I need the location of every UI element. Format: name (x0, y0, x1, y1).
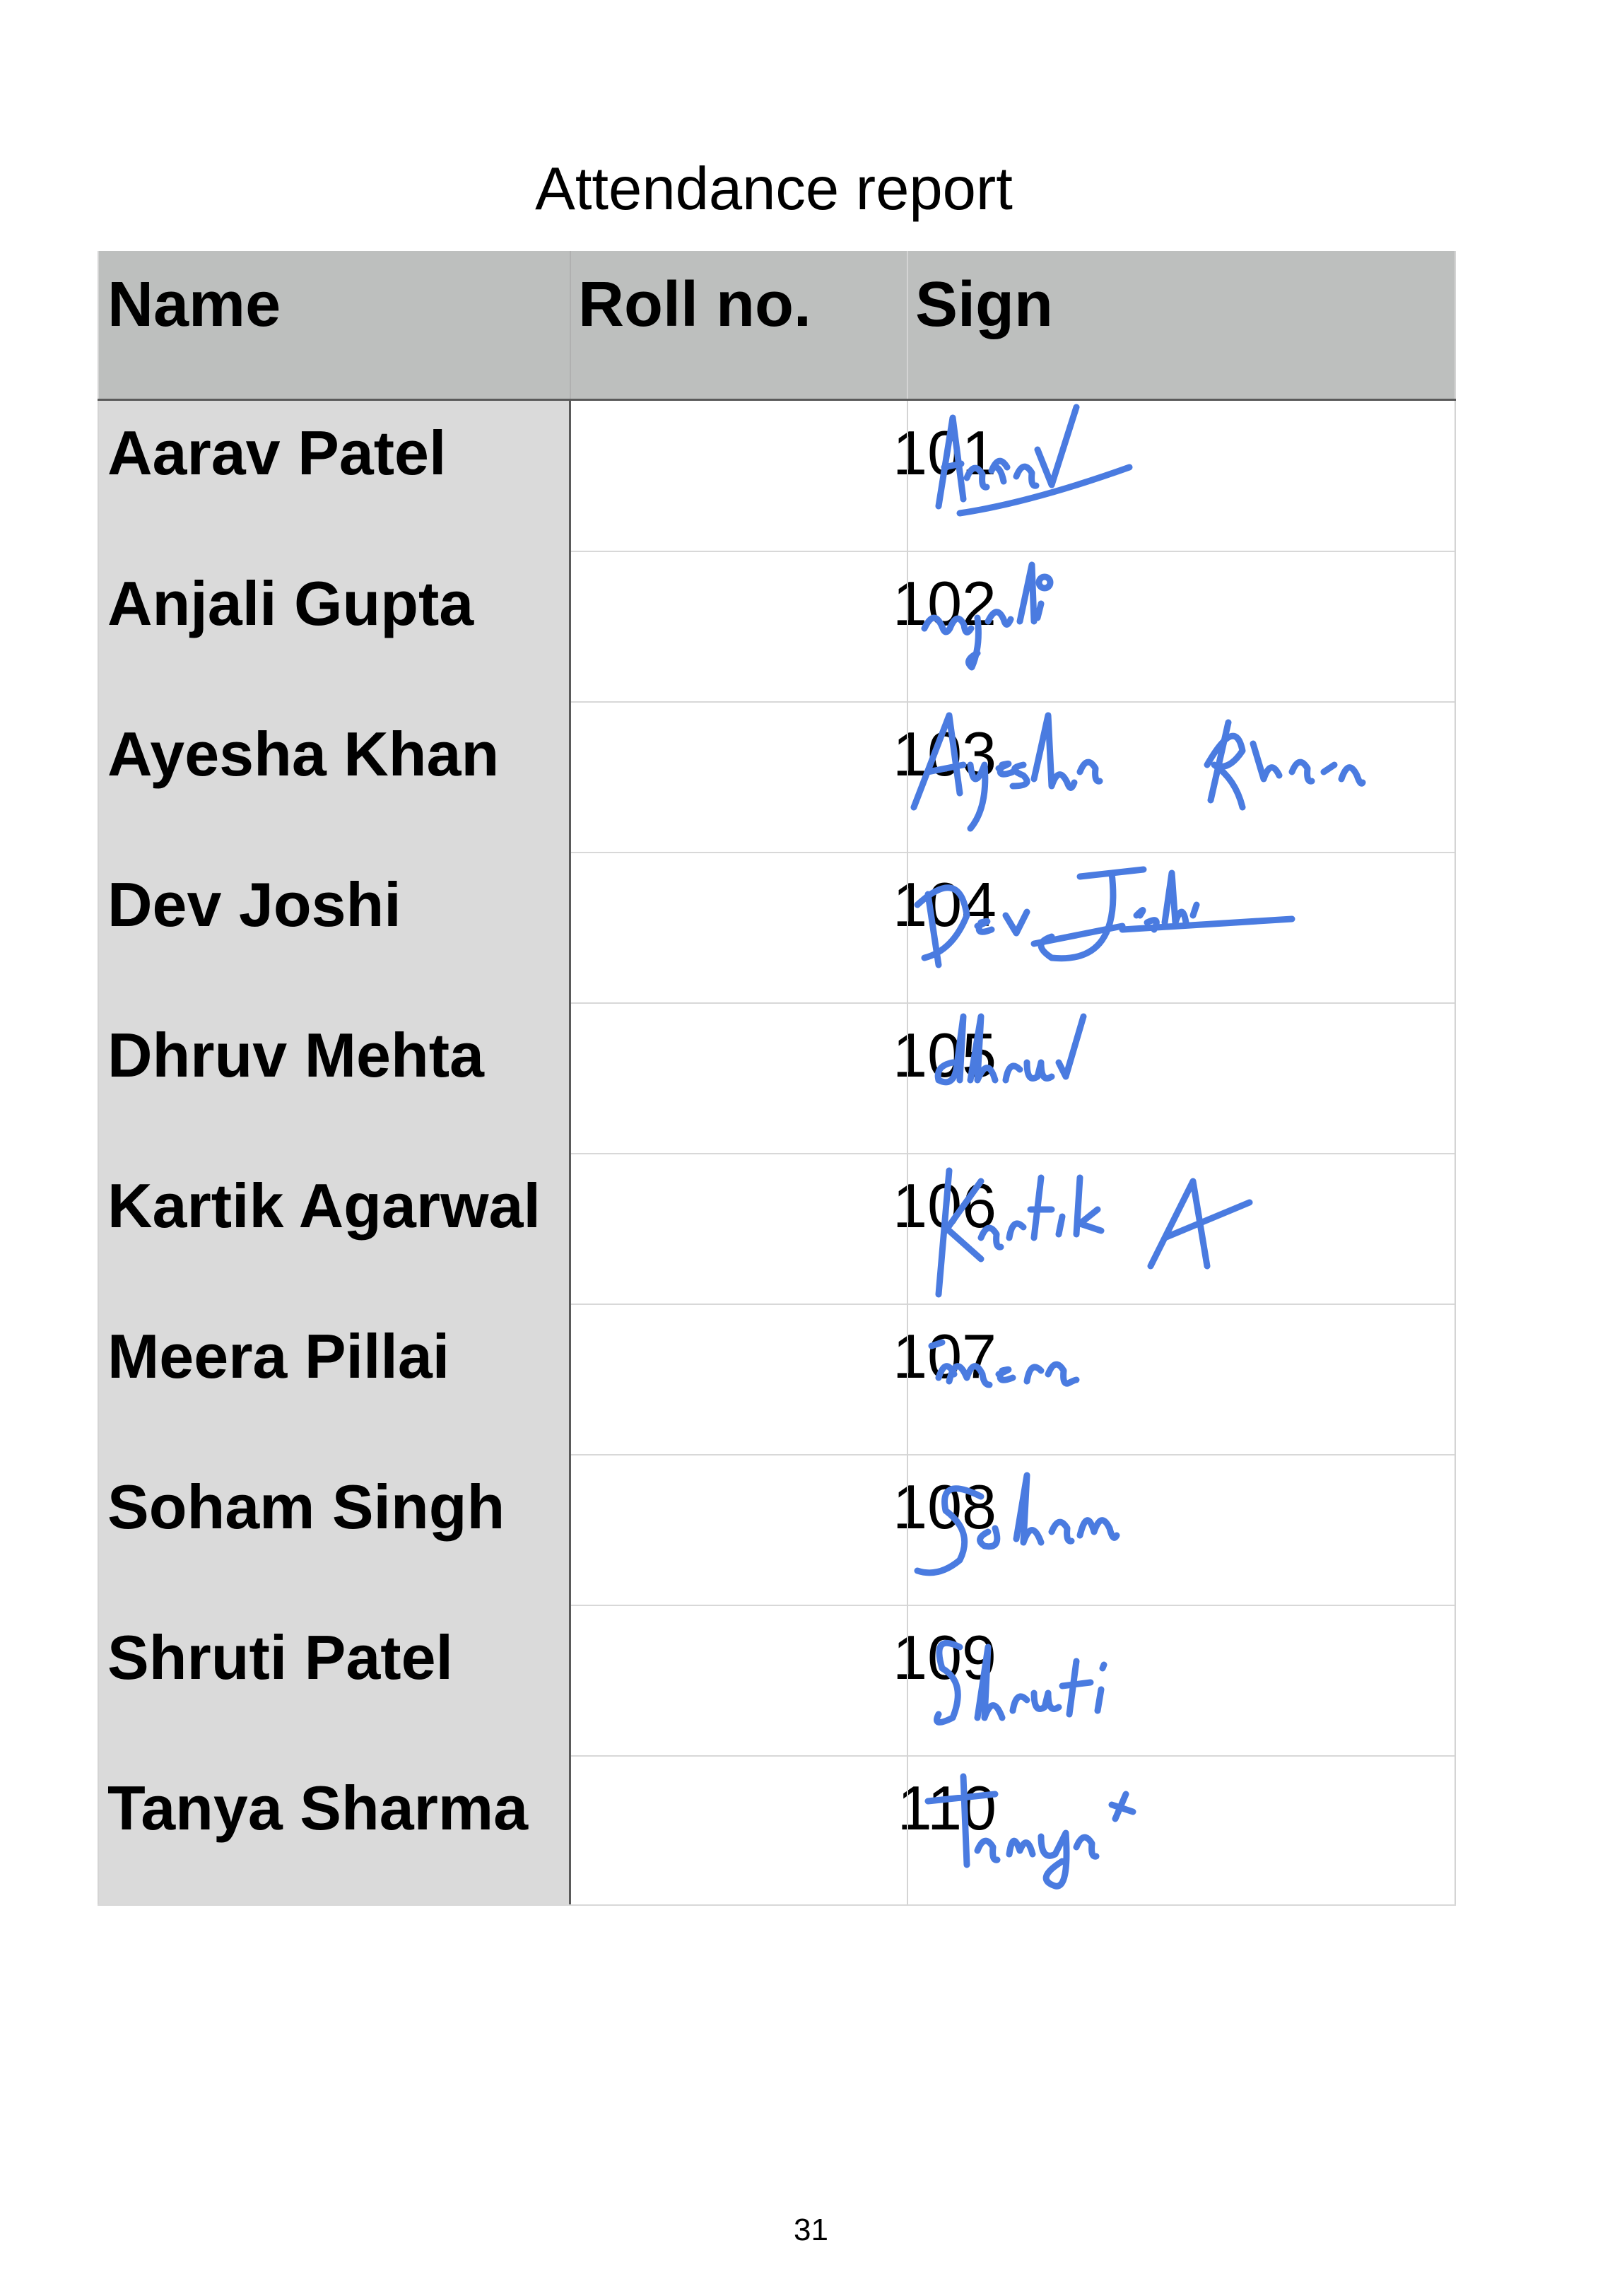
header-name: Name (107, 269, 281, 340)
row-divider (570, 1454, 1456, 1456)
table-row: Shruti Patel 109 (98, 1605, 1456, 1755)
table-row: Kartik Agarwal 106 (98, 1153, 1456, 1304)
handwritten-signature (935, 404, 1133, 517)
header-divider-1 (570, 251, 571, 400)
student-name: Ayesha Khan (107, 719, 500, 789)
name-column-border (569, 400, 571, 1906)
handwritten-signature (921, 561, 1054, 671)
row-divider (570, 852, 1456, 853)
table-row: Ayesha Khan 103 (98, 701, 1456, 852)
handwritten-signature (914, 1472, 1120, 1576)
column-divider-2 (907, 251, 908, 1906)
row-divider (570, 1304, 1456, 1305)
row-divider (570, 1605, 1456, 1606)
table-header: Name Roll no. Sign (98, 251, 1456, 400)
student-name: Tanya Sharma (107, 1773, 529, 1843)
row-divider (570, 1153, 1456, 1154)
table-row: Dhruv Mehta 105 (98, 1002, 1456, 1153)
handwritten-signature (935, 1167, 1253, 1298)
handwritten-signature (928, 1339, 1080, 1388)
handwritten-signature (934, 1013, 1087, 1086)
student-name: Kartik Agarwal (107, 1171, 541, 1241)
table-row: Tanya Sharma 110 (98, 1755, 1456, 1906)
table-left-border (98, 251, 99, 1906)
student-name: Meera Pillai (107, 1321, 450, 1391)
student-name: Anjali Gupta (107, 568, 474, 638)
page-title: Attendance report (535, 156, 1013, 223)
table-bottom-border (98, 1904, 1456, 1906)
student-name: Soham Singh (107, 1472, 505, 1542)
table-row: Meera Pillai 107 (98, 1304, 1456, 1454)
row-divider (570, 1755, 1456, 1757)
header-bottom-border (98, 399, 1456, 401)
handwritten-signature (924, 1773, 1136, 1890)
handwritten-signature (934, 1639, 1107, 1726)
header-roll: Roll no. (578, 269, 811, 340)
row-divider (570, 551, 1456, 552)
table-row: Anjali Gupta 102 (98, 551, 1456, 701)
table-row: Dev Joshi 104 (98, 852, 1456, 1002)
student-name: Dev Joshi (107, 869, 401, 939)
handwritten-signature (910, 712, 1366, 832)
student-name: Dhruv Mehta (107, 1020, 484, 1090)
attendance-table: Name Roll no. Sign Aarav Patel 101 Anjali … (98, 251, 1456, 1906)
header-sign: Sign (915, 269, 1053, 340)
student-name: Shruti Patel (107, 1622, 453, 1692)
handwritten-signature (914, 866, 1295, 968)
table-row: Soham Singh 108 (98, 1454, 1456, 1605)
table-right-border (1454, 251, 1456, 1906)
row-divider (570, 701, 1456, 703)
student-name: Aarav Patel (107, 418, 447, 488)
table-row: Aarav Patel 101 (98, 400, 1456, 551)
row-divider (570, 1002, 1456, 1004)
page-number: 31 (794, 2213, 828, 2247)
